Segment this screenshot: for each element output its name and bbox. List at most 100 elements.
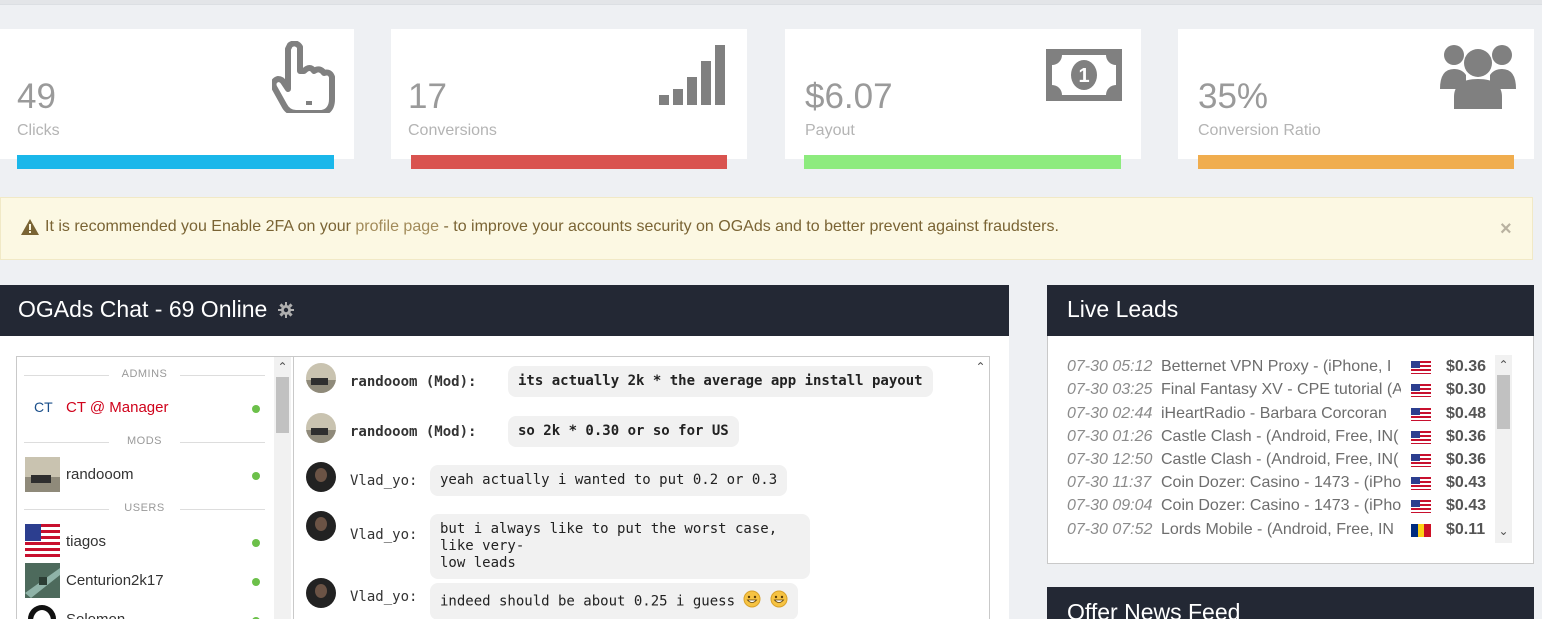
stat-value: 17 xyxy=(408,77,447,116)
chat-message: Vlad_yo: indeed should be about 0.25 i g… xyxy=(306,578,956,619)
smile-emoji-icon xyxy=(770,590,788,613)
message-bubble: indeed should be about 0.25 i guess xyxy=(430,583,798,619)
pointer-hand-icon xyxy=(270,40,336,117)
online-dot xyxy=(252,405,260,413)
us-flag-icon xyxy=(1411,384,1431,397)
user-row-mod[interactable]: randooom xyxy=(25,457,265,493)
close-icon[interactable]: × xyxy=(1500,218,1512,241)
message-author: randooom (Mod): xyxy=(350,374,477,390)
stat-label: Payout xyxy=(805,122,855,139)
alert-text: - to improve your accounts security on O… xyxy=(439,218,1059,235)
stat-bar xyxy=(804,155,1121,169)
lead-offer: Final Fantasy XV - CPE tutorial (A xyxy=(1161,381,1401,398)
us-flag-icon xyxy=(1411,500,1431,513)
online-dot xyxy=(252,539,260,547)
message-text: its actually 2k * the average app instal… xyxy=(508,366,933,397)
lead-row: 07-30 12:50 Castle Clash - (Android, Fre… xyxy=(1067,451,1507,474)
messages-scrollbar[interactable]: ⌃ xyxy=(972,357,989,619)
leads-scrollbar[interactable]: ⌃ ⌄ xyxy=(1495,355,1512,543)
scroll-thumb[interactable] xyxy=(1497,375,1510,429)
lead-payout: $0.36 xyxy=(1446,428,1487,445)
lead-payout: $0.11 xyxy=(1446,521,1486,538)
lead-payout: $0.30 xyxy=(1446,381,1487,398)
lead-row: 07-30 09:04 Coin Dozer: Casino - 1473 - … xyxy=(1067,497,1507,520)
chevron-up-icon[interactable]: ⌃ xyxy=(1495,359,1512,371)
user-row[interactable]: Centurion2k17 xyxy=(25,563,265,599)
scroll-thumb[interactable] xyxy=(276,377,289,433)
lead-offer: iHeartRadio - Barbara Corcoran xyxy=(1161,405,1387,422)
chat-user-list: ADMINS CT CT @ Manager MODS randooom USE… xyxy=(16,356,294,619)
stat-bar xyxy=(17,155,334,169)
message-author: randooom (Mod): xyxy=(350,424,477,440)
chat-message: Vlad_yo: but i always like to put the wo… xyxy=(306,511,956,579)
lead-offer: Coin Dozer: Casino - 1473 - (iPho xyxy=(1161,474,1401,491)
stat-bar xyxy=(411,155,727,169)
chevron-down-icon[interactable]: ⌄ xyxy=(1495,525,1512,537)
stat-label: Conversions xyxy=(408,122,497,139)
user-row-admin[interactable]: CT CT @ Manager xyxy=(25,390,265,426)
message-text: indeed should be about 0.25 i guess xyxy=(440,593,736,610)
user-row[interactable]: tiagos xyxy=(25,524,265,560)
2fa-alert: It is recommended you Enable 2FA on your… xyxy=(0,197,1533,260)
avatar xyxy=(306,578,336,608)
online-dot xyxy=(252,472,260,480)
section-admins: ADMINS xyxy=(24,368,265,380)
money-bill-icon: 1 xyxy=(1046,49,1122,105)
message-text: but i always like to put the worst case,… xyxy=(430,514,810,579)
user-name: Solomon xyxy=(66,611,125,619)
lead-row: 07-30 05:12 Betternet VPN Proxy - (iPhon… xyxy=(1067,358,1507,381)
lead-time: 07-30 02:44 xyxy=(1067,405,1153,422)
lead-row: 07-30 03:25 Final Fantasy XV - CPE tutor… xyxy=(1067,381,1507,404)
stat-card-conversion-ratio: 35% Conversion Ratio xyxy=(1178,29,1534,169)
ro-flag-icon xyxy=(1411,524,1431,537)
chat-message: randooom (Mod): so 2k * 0.30 or so for U… xyxy=(306,413,956,453)
message-author: Vlad_yo: xyxy=(350,589,418,605)
lead-offer: Coin Dozer: Casino - 1473 - (iPho xyxy=(1161,497,1401,514)
avatar xyxy=(306,413,336,443)
message-text: so 2k * 0.30 or so for US xyxy=(508,416,739,447)
stat-bar xyxy=(1198,155,1514,169)
lead-time: 07-30 09:04 xyxy=(1067,497,1153,514)
avatar xyxy=(25,524,60,559)
lead-offer: Lords Mobile - (Android, Free, IN xyxy=(1161,521,1394,538)
chevron-up-icon[interactable]: ⌃ xyxy=(972,361,989,373)
lead-row: 07-30 02:44 iHeartRadio - Barbara Corcor… xyxy=(1067,405,1507,428)
lead-time: 07-30 11:37 xyxy=(1067,474,1152,491)
gear-icon[interactable] xyxy=(277,297,294,324)
us-flag-icon xyxy=(1411,454,1431,467)
lead-offer: Castle Clash - (Android, Free, IN( xyxy=(1161,428,1399,445)
message-text: yeah actually i wanted to put 0.2 or 0.3 xyxy=(430,465,788,496)
stat-label: Clicks xyxy=(17,122,60,139)
message-author: Vlad_yo: xyxy=(350,527,418,543)
profile-page-link[interactable]: profile page xyxy=(355,218,439,235)
stat-value: 49 xyxy=(17,77,56,116)
lead-offer: Castle Clash - (Android, Free, IN( xyxy=(1161,451,1399,468)
live-leads-header: Live Leads xyxy=(1047,285,1534,336)
message-line: low leads xyxy=(440,555,516,571)
stat-value: $6.07 xyxy=(805,77,893,116)
user-row[interactable]: Solomon xyxy=(25,602,265,619)
svg-text:CT: CT xyxy=(34,399,53,415)
stat-card-conversions: 17 Conversions xyxy=(391,29,747,169)
signal-bars-icon xyxy=(659,45,729,111)
avatar xyxy=(25,563,60,598)
chevron-up-icon[interactable]: ⌃ xyxy=(274,361,291,373)
avatar xyxy=(25,602,60,619)
alert-message: It is recommended you Enable 2FA on your… xyxy=(45,218,1059,236)
lead-time: 07-30 07:52 xyxy=(1067,521,1153,538)
section-mods: MODS xyxy=(24,435,265,447)
lead-payout: $0.43 xyxy=(1446,474,1487,491)
avatar xyxy=(306,363,336,393)
chat-message: randooom (Mod): its actually 2k * the av… xyxy=(306,363,956,403)
user-name: tiagos xyxy=(66,533,107,550)
avatar xyxy=(306,511,336,541)
top-border xyxy=(0,0,1542,5)
svg-text:1: 1 xyxy=(1078,65,1089,87)
lead-time: 07-30 12:50 xyxy=(1067,451,1153,468)
section-users: USERS xyxy=(24,502,265,514)
us-flag-icon xyxy=(1411,431,1431,444)
message-author: Vlad_yo: xyxy=(350,473,418,489)
user-list-scrollbar[interactable]: ⌃ xyxy=(274,357,291,619)
chat-header: OGAds Chat - 69 Online xyxy=(0,285,1009,336)
user-name: randooom xyxy=(66,466,134,483)
